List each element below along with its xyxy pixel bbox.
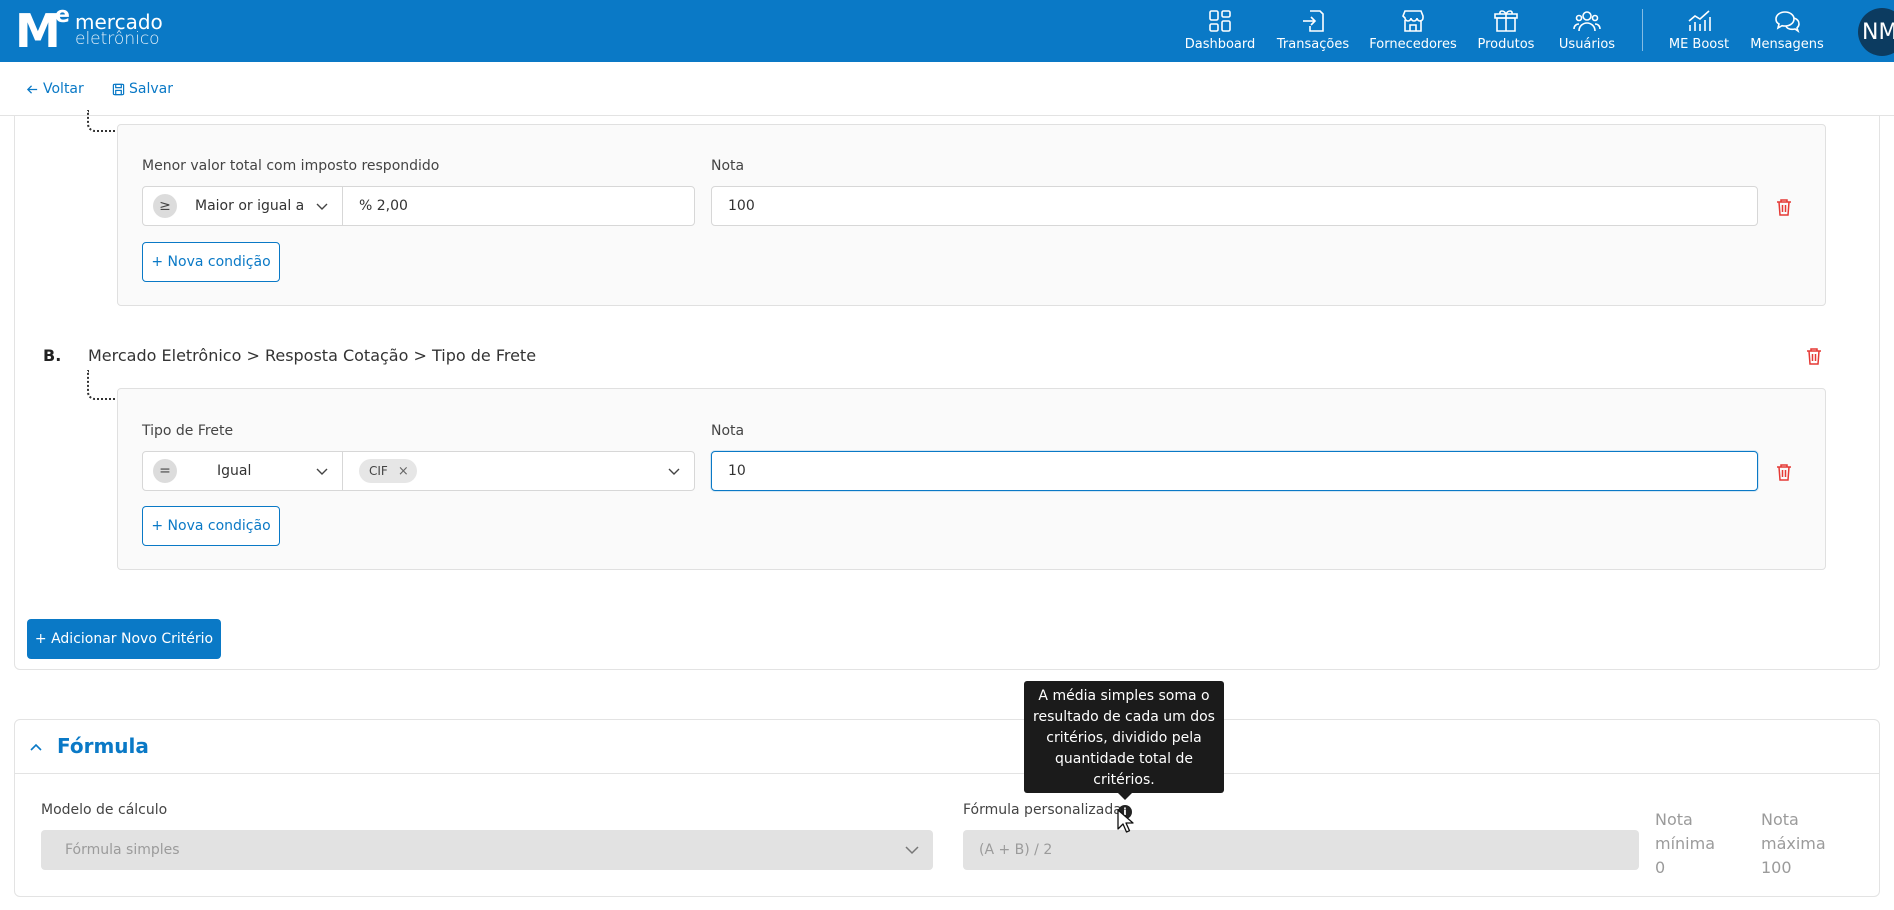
criterion-b-score-label: Nota <box>711 423 745 439</box>
suppliers-icon <box>1402 10 1424 32</box>
criterion-b-field-label: Tipo de Frete <box>142 423 234 439</box>
criterion-a-score-label: Nota <box>711 158 745 174</box>
nav-suppliers[interactable]: Fornecedores <box>1369 0 1457 62</box>
chevron-up-icon <box>30 743 42 751</box>
criterion-a-value-input[interactable]: % 2,00 <box>343 187 694 225</box>
min-score-value: 0 <box>1655 858 1666 877</box>
logo-letter-e: e <box>55 3 70 28</box>
min-score-label-line-1: Nota <box>1655 810 1693 829</box>
transactions-icon <box>1303 10 1324 32</box>
user-avatar[interactable]: NM <box>1858 8 1894 56</box>
max-score-value: 100 <box>1761 858 1792 877</box>
criterion-a-operator-select[interactable]: ≥ Maior or igual a <box>143 187 343 225</box>
nav-messages[interactable]: Mensagens <box>1750 0 1824 62</box>
arrow-left-icon <box>26 84 38 94</box>
criterion-a-field-label: Menor valor total com imposto respondido <box>142 158 440 174</box>
criterion-b-condition-group: = Igual CIF × <box>142 451 695 491</box>
formula-title: Fórmula <box>57 734 149 758</box>
nav-users[interactable]: Usuários <box>1556 0 1618 62</box>
max-score-label-line-1: Nota <box>1761 810 1799 829</box>
messages-icon <box>1775 11 1800 33</box>
nav-label: Produtos <box>1477 37 1535 52</box>
products-icon <box>1494 10 1518 32</box>
brand-logo[interactable]: M e mercado eletrônico <box>15 4 163 57</box>
save-label: Salvar <box>129 81 173 97</box>
nav-label: Dashboard <box>1184 37 1256 52</box>
operator-label: Maior or igual a <box>195 198 305 214</box>
calc-model-label: Modelo de cálculo <box>41 802 168 818</box>
custom-formula-value: (A + B) / 2 <box>979 842 1053 858</box>
nav-label: Mensagens <box>1750 37 1824 52</box>
calc-model-select[interactable]: Fórmula simples <box>41 830 933 870</box>
nav-label: Transações <box>1276 37 1350 52</box>
nav-products[interactable]: Produtos <box>1474 0 1538 62</box>
nav-label: ME Boost <box>1668 37 1730 52</box>
criterion-b-score-value: 10 <box>728 463 746 479</box>
tooltip-arrow <box>1118 793 1132 800</box>
criterion-a-value: % 2,00 <box>359 198 408 214</box>
nav-label: Usuários <box>1558 37 1616 52</box>
logo-line-2: eletrônico <box>75 29 160 49</box>
custom-formula-input[interactable]: (A + B) / 2 <box>963 830 1639 870</box>
nav-dashboard[interactable]: Dashboard <box>1185 0 1255 62</box>
criterion-a-score-value: 100 <box>728 198 755 214</box>
logo-mark: M e <box>15 4 73 57</box>
formula-info-tooltip: A média simples soma o resultado de cada… <box>1024 681 1224 793</box>
operator-symbol: = <box>153 459 177 483</box>
criterion-b-letter: B. <box>43 346 62 365</box>
operator-label: Igual <box>217 463 252 479</box>
criterion-a-connector <box>87 110 119 132</box>
value-chip-cif: CIF × <box>359 459 417 483</box>
criterion-a-score-input[interactable]: 100 <box>711 186 1758 226</box>
max-score-label-line-2: máxima <box>1761 834 1826 853</box>
chevron-down-icon <box>316 203 328 210</box>
criterion-b-connector <box>87 370 119 400</box>
min-score-label-line-2: mínima <box>1655 834 1716 853</box>
boost-chart-icon <box>1688 10 1711 31</box>
save-button[interactable]: Salvar <box>112 81 173 97</box>
formula-header[interactable]: Fórmula <box>15 720 1879 774</box>
chevron-down-icon <box>316 468 328 475</box>
criterion-b-value-multiselect[interactable]: CIF × <box>343 452 694 490</box>
criteria-panel: Menor valor total com imposto respondido… <box>14 110 1880 670</box>
criterion-b-operator-select[interactable]: = Igual <box>143 452 343 490</box>
criterion-b-delete-trash-icon[interactable] <box>1805 346 1823 366</box>
users-icon <box>1573 11 1601 32</box>
criterion-b-score-input[interactable]: 10 <box>711 451 1758 491</box>
operator-symbol: ≥ <box>153 194 177 218</box>
criterion-a-delete-condition-trash-icon[interactable] <box>1775 197 1793 217</box>
nav-me-boost[interactable]: ME Boost <box>1664 0 1734 62</box>
nav-transactions[interactable]: Transações <box>1276 0 1350 62</box>
back-label: Voltar <box>43 81 84 97</box>
dashboard-icon <box>1209 10 1231 32</box>
criterion-a-condition-group: ≥ Maior or igual a % 2,00 <box>142 186 695 226</box>
logo-letter-m: M <box>15 4 61 58</box>
back-button[interactable]: Voltar <box>26 81 84 97</box>
chevron-down-icon <box>905 846 919 855</box>
criterion-b-delete-condition-trash-icon[interactable] <box>1775 462 1793 482</box>
mouse-cursor-icon <box>1117 809 1134 833</box>
chip-remove-icon[interactable]: × <box>398 464 409 479</box>
nav-label: Fornecedores <box>1369 37 1457 52</box>
page-toolbar: Voltar Salvar <box>0 62 1894 116</box>
criterion-b-add-condition-button[interactable]: + Nova condição <box>142 506 280 546</box>
custom-formula-label: Fórmula personalizada <box>963 802 1122 818</box>
criterion-a-add-condition-button[interactable]: + Nova condição <box>142 242 280 282</box>
calc-model-value: Fórmula simples <box>65 842 180 858</box>
chevron-down-icon <box>668 468 680 475</box>
nav-divider <box>1642 9 1643 51</box>
add-new-criterion-button[interactable]: + Adicionar Novo Critério <box>27 619 221 659</box>
chip-label: CIF <box>369 464 388 478</box>
criterion-b-path: Mercado Eletrônico > Resposta Cotação > … <box>88 346 537 365</box>
formula-panel: Fórmula Modelo de cálculo Fórmula simple… <box>14 719 1880 897</box>
save-icon <box>112 83 125 95</box>
logo-wordmark: mercado eletrônico <box>75 12 163 49</box>
top-navigation-bar: M e mercado eletrônico Dashboard Transaç… <box>0 0 1894 62</box>
